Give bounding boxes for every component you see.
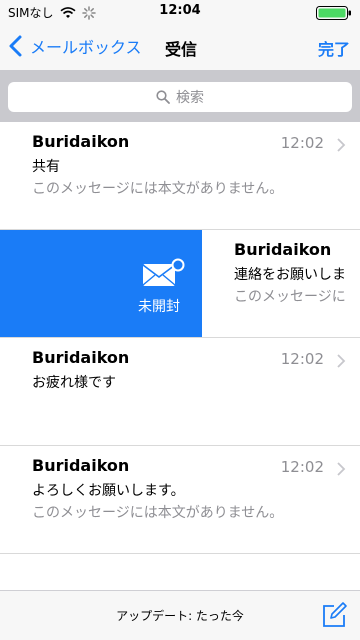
mark-unread-label: 未開封 bbox=[138, 299, 180, 315]
update-status: アップデート: たった今 bbox=[116, 609, 244, 623]
message-row[interactable]: Buridaikon 12:02 お疲れ様です bbox=[0, 338, 360, 446]
message-sender: Buridaikon bbox=[32, 132, 130, 151]
message-subject: お疲れ様です bbox=[32, 375, 116, 391]
chevron-right-icon bbox=[337, 138, 346, 152]
message-subject: よろしくお願いします。 bbox=[32, 483, 185, 499]
chevron-left-icon bbox=[9, 35, 22, 57]
message-sender: Buridaikon bbox=[32, 348, 130, 367]
compose-icon[interactable] bbox=[320, 601, 348, 629]
swiped-message-content[interactable]: Buridaikon 連絡をお願いしま このメッセージに bbox=[202, 230, 360, 337]
navigation-bar: メールボックス 受信 完了 bbox=[0, 24, 360, 70]
message-list: Buridaikon 12:02 共有 このメッセージには本文がありません。 未… bbox=[0, 122, 360, 554]
battery-icon bbox=[316, 6, 351, 20]
message-row-swiped[interactable]: 未開封 Buridaikon 連絡をお願いしま このメッセージに bbox=[0, 230, 360, 338]
search-icon bbox=[156, 90, 170, 104]
message-row[interactable]: Buridaikon 12:02 共有 このメッセージには本文がありません。 bbox=[0, 122, 360, 230]
bottom-toolbar: アップデート: たった今 bbox=[0, 590, 360, 640]
message-time: 12:02 bbox=[280, 134, 324, 152]
message-subject: 連絡をお願いしま bbox=[234, 267, 346, 283]
page-title: 受信 bbox=[165, 40, 198, 59]
chevron-right-icon bbox=[337, 354, 346, 368]
back-button[interactable]: メールボックス bbox=[8, 34, 142, 58]
search-area: 検索 bbox=[0, 70, 360, 122]
message-preview: このメッセージには本文がありません。 bbox=[32, 181, 284, 197]
message-time: 12:02 bbox=[280, 350, 324, 368]
message-row[interactable]: Buridaikon 12:02 よろしくお願いします。 このメッセージには本文… bbox=[0, 446, 360, 554]
search-placeholder: 検索 bbox=[176, 90, 204, 106]
back-button-label: メールボックス bbox=[30, 38, 142, 57]
message-sender: Buridaikon bbox=[234, 240, 332, 259]
message-preview: このメッセージに bbox=[234, 289, 346, 305]
status-bar: SIMなし 12:04 bbox=[0, 0, 360, 24]
done-button[interactable]: 完了 bbox=[318, 36, 350, 60]
mail-inbox-screen: SIMなし 12:04 メールボックス 受信 完了 検索 Buridaikon … bbox=[0, 0, 360, 640]
message-sender: Buridaikon bbox=[32, 456, 130, 475]
search-input[interactable]: 検索 bbox=[8, 82, 352, 112]
message-subject: 共有 bbox=[32, 159, 60, 175]
mark-unread-button[interactable]: 未開封 bbox=[0, 230, 202, 337]
message-time: 12:02 bbox=[280, 458, 324, 476]
chevron-right-icon bbox=[337, 462, 346, 476]
mail-unread-icon bbox=[142, 258, 185, 286]
clock: 12:04 bbox=[159, 3, 201, 18]
message-preview: このメッセージには本文がありません。 bbox=[32, 505, 284, 521]
